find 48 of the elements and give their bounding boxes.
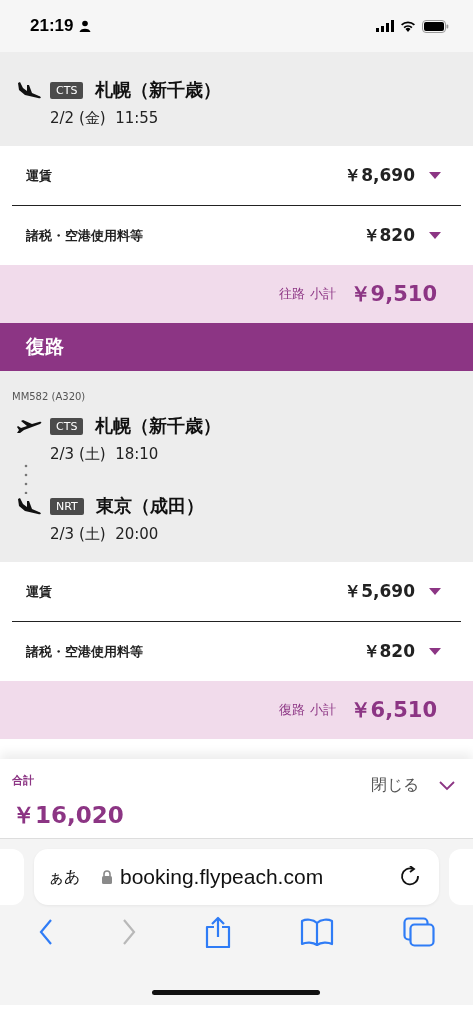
airport-code: CTS [50,417,84,435]
fee-label: 運賃 [26,582,53,601]
dropdown-icon[interactable] [429,231,441,240]
airport-name: 札幌（新千歳） [95,78,222,102]
airport-name: 札幌（新千歳） [95,414,222,438]
takeoff-icon [16,418,42,434]
text-size-button[interactable]: ぁあ [48,866,80,888]
reload-icon[interactable] [399,866,421,888]
subtotal-amount: ￥6,510 [349,697,437,724]
flight-date-time: 2/2 (金) 11:55 [50,109,160,128]
fee-amount: ￥5,690 [344,580,415,603]
fee-amount: ￥8,690 [344,164,415,187]
dropdown-icon[interactable] [429,171,441,180]
fee-amount: ￥820 [362,640,415,663]
subtotal-amount: ￥9,510 [349,281,437,308]
fee-label: 諸税・空港使用料等 [26,226,144,245]
fee-label: 諸税・空港使用料等 [26,642,144,661]
tabs-icon[interactable] [402,917,435,947]
wifi-icon [400,20,416,32]
signal-icon [376,20,394,32]
total-label: 合計 [12,773,34,788]
landing-icon [16,81,42,99]
flight-number: MM582 (A320) [12,391,87,402]
address-bar[interactable]: ぁあ booking.flypeach.com [34,849,439,905]
back-icon[interactable] [38,919,53,945]
landing-icon [16,497,42,515]
close-button[interactable]: 閉じる [371,775,455,796]
fee-label: 運賃 [26,166,53,185]
battery-icon [422,19,449,33]
airport-name: 東京（成田） [95,494,204,518]
total-amount: ￥16,020 [12,801,125,830]
airport-code: NRT [50,497,84,515]
flight-date-time: 2/3 (土) 18:10 [50,445,160,464]
lock-icon [102,870,112,884]
share-icon[interactable] [204,916,231,948]
flight-date-time: 2/3 (土) 20:00 [50,525,160,544]
url-text: booking.flypeach.com [120,865,325,889]
subtotal-label: 復路 小計 [279,701,336,719]
airport-code: CTS [50,81,84,99]
dropdown-icon[interactable] [429,647,441,656]
section-header: 復路 [0,323,473,371]
chevron-down-icon [439,780,455,791]
fee-amount: ￥820 [362,224,415,247]
dropdown-icon[interactable] [429,587,441,596]
clock: 21:19 [30,16,74,36]
person-icon [79,20,92,32]
subtotal-label: 往路 小計 [279,285,336,303]
book-icon[interactable] [299,918,334,946]
